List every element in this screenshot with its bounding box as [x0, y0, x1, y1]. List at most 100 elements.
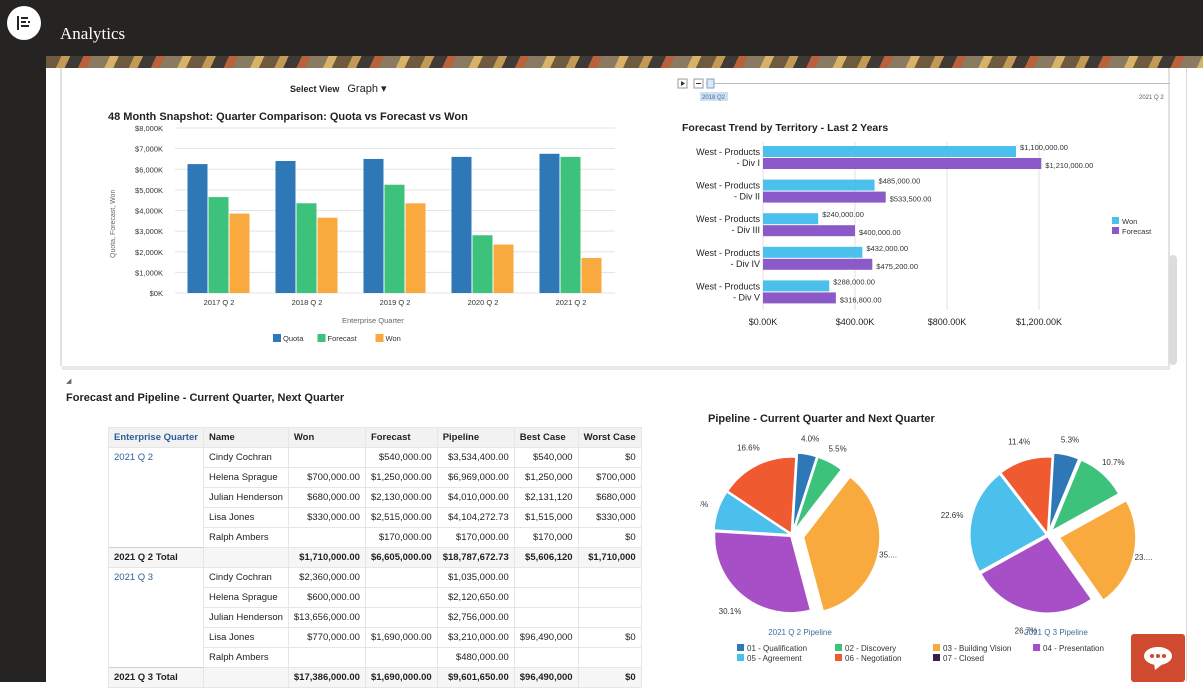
- chat-button[interactable]: [1131, 634, 1185, 682]
- legend-swatch: [375, 334, 384, 342]
- timeline-slider[interactable]: 2018 Q2 2021 Q 2: [676, 76, 1170, 104]
- bar-forecast[interactable]: [560, 156, 581, 293]
- view-dropdown[interactable]: Graph ▾: [343, 80, 391, 97]
- total-value: $1,710,000.00: [287, 547, 366, 568]
- bar-won[interactable]: [405, 203, 426, 293]
- slice-label: 5.5%: [828, 444, 846, 453]
- column-header[interactable]: Won: [287, 427, 366, 448]
- pie-caption: 2021 Q 2 Pipeline: [768, 628, 832, 637]
- slice-label: 35....: [879, 550, 897, 559]
- bar-quota[interactable]: [363, 158, 384, 293]
- total-value: $1,710,000: [577, 547, 642, 568]
- name-cell: Ralph Ambers: [202, 647, 289, 668]
- slider-handle[interactable]: [706, 78, 715, 89]
- legend-swatch: [835, 654, 842, 661]
- scrollbar-thumb[interactable]: [1169, 255, 1177, 365]
- value-cell: [287, 647, 366, 668]
- app-title: Analytics: [60, 24, 126, 43]
- bar-won[interactable]: [581, 257, 602, 293]
- quarter-cell: [108, 627, 204, 648]
- bar-quota[interactable]: [275, 161, 296, 293]
- bar-won[interactable]: [493, 244, 514, 293]
- section-divider[interactable]: [62, 366, 1170, 370]
- y-tick-label: $1,000K: [135, 268, 163, 277]
- bar-forecast[interactable]: [763, 292, 836, 304]
- bar-forecast[interactable]: [763, 258, 873, 270]
- quarter-cell: [108, 647, 204, 668]
- value-cell: $700,000.00: [287, 467, 366, 488]
- resize-handle-icon[interactable]: ◢: [66, 377, 71, 385]
- quarter-cell: [108, 467, 204, 488]
- territory-forecast-chart: Forecast Trend by Territory - Last 2 Yea…: [682, 122, 1152, 327]
- total-value: $18,787,672.73: [436, 547, 515, 568]
- app-logo-icon[interactable]: [7, 6, 41, 40]
- value-cell: $1,690,000.00: [364, 627, 438, 648]
- slice-label: 11.4%: [1008, 437, 1030, 446]
- bar-quota[interactable]: [187, 164, 208, 293]
- data-label: $1,100,000.00: [1020, 143, 1068, 152]
- bar-won[interactable]: [229, 213, 250, 293]
- bar-forecast[interactable]: [763, 191, 886, 203]
- bar-won[interactable]: [763, 179, 875, 191]
- value-cell: $540,000.00: [364, 447, 438, 468]
- bar-forecast[interactable]: [763, 225, 855, 237]
- legend-swatch: [317, 334, 326, 342]
- legend-swatch: [737, 654, 744, 661]
- slider-start-label: 2018 Q2: [702, 95, 726, 101]
- pie-caption: 2021 Q 3 Pipeline: [1024, 628, 1088, 637]
- value-cell: $1,515,000: [513, 507, 579, 528]
- y-tick-label: $4,000K: [135, 207, 163, 216]
- column-header[interactable]: Pipeline: [436, 427, 515, 448]
- slice-label: 8.4%: [700, 500, 708, 509]
- value-cell: [364, 647, 438, 668]
- bar-forecast[interactable]: [384, 184, 405, 293]
- dashboard-menu-icon: [17, 16, 30, 30]
- bar-won[interactable]: [763, 246, 863, 258]
- column-header[interactable]: Enterprise Quarter: [108, 427, 204, 448]
- bar-forecast[interactable]: [472, 235, 493, 293]
- data-label: $288,000.00: [833, 277, 875, 286]
- x-tick-label: $0.00K: [749, 317, 778, 327]
- value-cell: $600,000.00: [287, 587, 366, 608]
- bar-quota[interactable]: [539, 153, 560, 293]
- view-dropdown-value: Graph: [347, 83, 378, 95]
- bar-quota[interactable]: [451, 156, 472, 293]
- total-value: $1,690,000.00: [364, 667, 438, 688]
- value-cell: $700,000: [577, 467, 642, 488]
- column-header[interactable]: Best Case: [513, 427, 579, 448]
- bar-chart-title: 48 Month Snapshot: Quarter Comparison: Q…: [108, 111, 468, 123]
- value-cell: $170,000.00: [436, 527, 515, 548]
- total-value: $96,490,000: [513, 667, 579, 688]
- table-row: Lisa Jones $330,000.00 $2,515,000.00 $4,104…: [108, 507, 642, 528]
- x-tick-label: $800.00K: [928, 317, 967, 327]
- bar-won[interactable]: [317, 217, 338, 293]
- left-frame: [0, 56, 46, 682]
- bar-forecast[interactable]: [208, 197, 229, 293]
- column-header[interactable]: Worst Case: [577, 427, 642, 448]
- value-cell: [577, 647, 642, 668]
- column-header[interactable]: Name: [202, 427, 289, 448]
- legend-label: 03 - Building Vision: [943, 644, 1011, 653]
- bar-forecast[interactable]: [763, 158, 1042, 169]
- value-cell: $170,000: [513, 527, 579, 548]
- quarter-cell[interactable]: 2021 Q 3: [108, 567, 204, 588]
- slice-label: 23....: [1135, 553, 1153, 562]
- pie-slice[interactable]: [714, 531, 811, 614]
- pipeline-pie-charts: 4.0% 5.5% 35.... 30.1% 8.4% 16.6% 2021 Q 2 Pip…: [700, 435, 1153, 663]
- total-row: 2021 Q 2 Total $1,710,000.00 $6,605,000.00…: [108, 547, 642, 568]
- total-value: $5,606,120: [513, 547, 579, 568]
- value-cell: $6,969,000.00: [436, 467, 515, 488]
- bar-won[interactable]: [763, 280, 830, 292]
- legend-swatch: [1033, 644, 1040, 651]
- bar-forecast[interactable]: [296, 203, 317, 293]
- column-header[interactable]: Forecast: [364, 427, 438, 448]
- total-value: $0: [577, 667, 642, 688]
- value-cell: $680,000.00: [287, 487, 366, 508]
- y-tick-label: $2,000K: [135, 248, 163, 257]
- quarter-cell[interactable]: 2021 Q 2: [108, 447, 204, 468]
- bar-won[interactable]: [763, 213, 819, 225]
- bar-won[interactable]: [763, 146, 1016, 157]
- y-tick-label: $8,000K: [135, 124, 163, 133]
- value-cell: $330,000.00: [287, 507, 366, 528]
- quarter-cell: [108, 587, 204, 608]
